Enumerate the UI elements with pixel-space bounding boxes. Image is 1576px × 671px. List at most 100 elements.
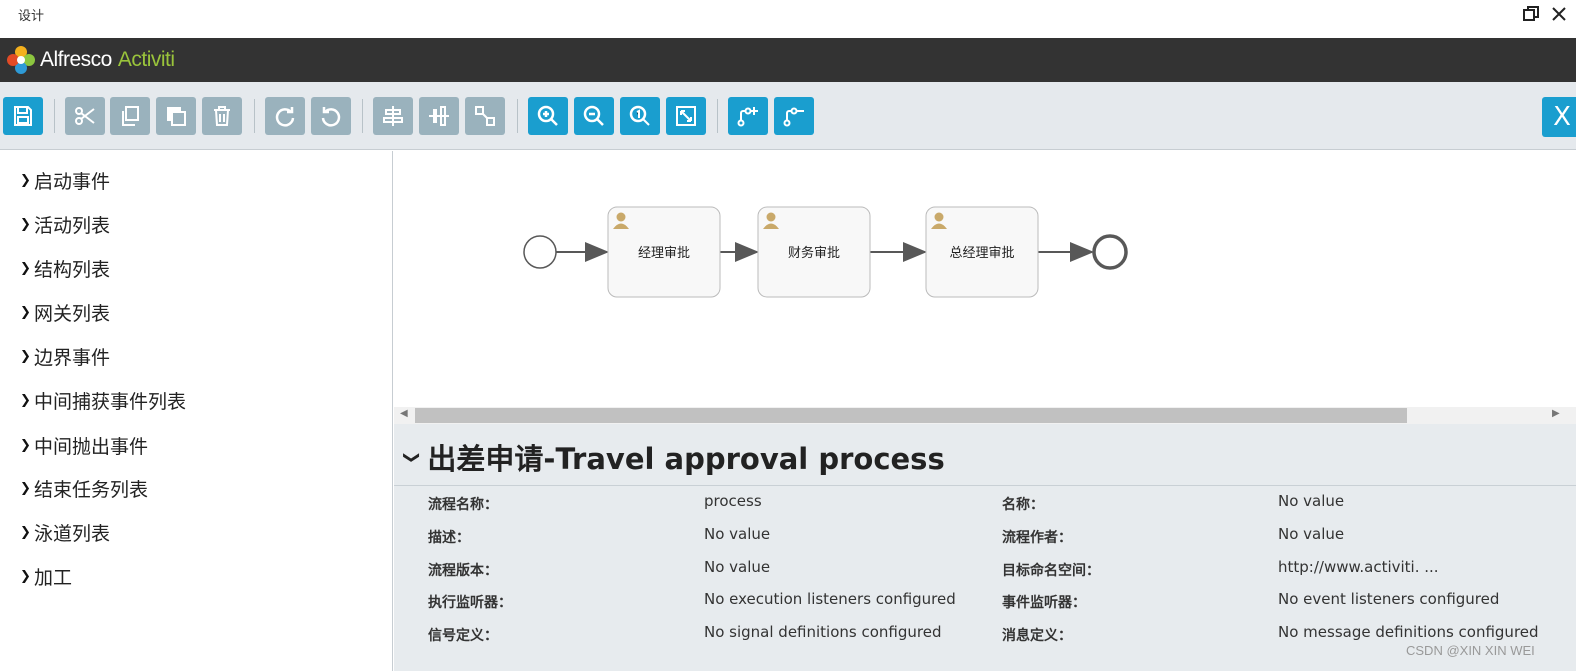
zoom-actual-icon: [629, 105, 650, 126]
scroll-left-icon[interactable]: ◀: [400, 408, 408, 419]
palette-item-label: 结束任务列表: [34, 478, 149, 501]
chevron-right-icon: ❯: [20, 172, 31, 188]
close-editor-label: X: [1553, 102, 1571, 132]
redo-icon: [275, 107, 295, 127]
watermark: CSDN @XIN XIN WEI: [1406, 643, 1535, 658]
trash-icon: [214, 106, 230, 126]
palette-item-activities[interactable]: ❯ 活动列表: [20, 212, 111, 237]
properties-divider: [394, 485, 1576, 486]
copy-icon: [122, 106, 139, 126]
zoom-fit-button[interactable]: [666, 97, 706, 135]
property-value[interactable]: No execution listeners configured: [704, 590, 956, 608]
property-value[interactable]: No value: [704, 558, 770, 576]
chevron-down-icon[interactable]: ❯: [403, 450, 422, 463]
scroll-right-icon[interactable]: ▶: [1552, 408, 1560, 419]
same-size-button[interactable]: [465, 97, 505, 135]
property-label: 描述：: [428, 530, 470, 546]
task-label: 经理审批: [638, 246, 690, 261]
remove-bendpoint-button[interactable]: [774, 97, 814, 135]
chevron-right-icon: ❯: [20, 392, 31, 408]
end-event[interactable]: [1092, 234, 1128, 270]
toolbar-separator: [254, 99, 255, 133]
chevron-right-icon: ❯: [20, 568, 31, 584]
chevron-right-icon: ❯: [20, 480, 31, 496]
save-button[interactable]: [3, 97, 43, 135]
palette-item-swimlanes[interactable]: ❯ 泳道列表: [20, 520, 110, 545]
palette-item-catch-events[interactable]: ❯ 中间捕获事件列表: [20, 388, 187, 413]
user-task[interactable]: 总经理审批: [925, 206, 1039, 298]
toolbar-separator: [54, 99, 55, 133]
toolbar-separator: [362, 99, 363, 133]
property-value[interactable]: No signal definitions configured: [704, 623, 942, 641]
chevron-right-icon: ❯: [20, 348, 31, 364]
user-task[interactable]: 经理审批: [607, 206, 721, 298]
delete-button[interactable]: [202, 97, 242, 135]
cut-button[interactable]: [65, 97, 105, 135]
property-label: 执行监听器：: [428, 595, 512, 611]
zoom-in-button[interactable]: [528, 97, 568, 135]
close-editor-button[interactable]: X: [1542, 97, 1576, 137]
align-horizontal-icon: [383, 106, 403, 126]
palette-item-gateways[interactable]: ❯ 网关列表: [20, 300, 110, 325]
palette-item-throw-events[interactable]: ❯ 中间抛出事件: [20, 433, 149, 458]
property-value[interactable]: http://www.activiti. ...: [1278, 558, 1439, 576]
brand: Alfresco Activiti: [6, 45, 175, 75]
close-icon[interactable]: [1550, 5, 1568, 28]
chevron-right-icon: ❯: [20, 260, 31, 276]
chevron-right-icon: ❯: [20, 437, 31, 453]
restore-icon[interactable]: [1522, 5, 1540, 28]
property-value[interactable]: No value: [1278, 525, 1344, 543]
scrollbar-thumb[interactable]: [415, 408, 1407, 423]
diagram-canvas[interactable]: 经理审批 财务审批 总经理审批: [394, 151, 1576, 407]
properties-panel: ❯ 出差申请-Travel approval process 流程名称： pro…: [394, 424, 1576, 671]
property-value[interactable]: No event listeners configured: [1278, 590, 1499, 608]
chevron-right-icon: ❯: [20, 304, 31, 320]
user-task[interactable]: 财务审批: [757, 206, 871, 298]
property-value[interactable]: No value: [704, 525, 770, 543]
redo-button[interactable]: [265, 97, 305, 135]
task-label: 财务审批: [788, 245, 840, 261]
paste-button[interactable]: [156, 97, 196, 135]
save-icon: [14, 106, 32, 126]
palette-item-label: 中间抛出事件: [34, 435, 149, 458]
align-vertical-button[interactable]: [419, 97, 459, 135]
property-label: 名称：: [1002, 497, 1044, 513]
toolbar-separator: [517, 99, 518, 133]
align-horizontal-button[interactable]: [373, 97, 413, 135]
same-size-icon: [475, 106, 495, 126]
palette-item-label: 加工: [34, 566, 73, 589]
copy-button[interactable]: [110, 97, 150, 135]
bpmn-diagram: 经理审批 财务审批 总经理审批: [523, 206, 1128, 298]
zoom-out-icon: [583, 105, 604, 126]
zoom-actual-button[interactable]: [620, 97, 660, 135]
palette-item-label: 中间捕获事件列表: [34, 390, 187, 413]
process-title: 出差申请-Travel approval process: [427, 442, 945, 476]
property-value[interactable]: No message definitions configured: [1278, 623, 1539, 641]
palette-item-artifacts[interactable]: ❯ 加工: [20, 564, 73, 589]
window-titlebar: 设计: [0, 0, 1576, 38]
paste-icon: [167, 107, 186, 126]
palette-item-structural[interactable]: ❯ 结构列表: [20, 256, 110, 281]
remove-bendpoint-icon: [783, 107, 804, 127]
palette-item-end-events[interactable]: ❯ 结束任务列表: [20, 476, 149, 501]
undo-icon: [321, 107, 341, 127]
palette-item-label: 启动事件: [34, 170, 111, 193]
property-value[interactable]: No value: [1278, 492, 1344, 510]
toolbar: [0, 82, 1576, 150]
properties-title[interactable]: ❯ 出差申请-Travel approval process: [403, 436, 945, 478]
undo-button[interactable]: [311, 97, 351, 135]
add-bendpoint-button[interactable]: [728, 97, 768, 135]
brand-name-activiti: Activiti: [117, 48, 175, 71]
property-value[interactable]: process: [704, 492, 762, 510]
palette-item-start-events[interactable]: ❯ 启动事件: [20, 168, 111, 193]
start-event[interactable]: [523, 235, 557, 269]
align-vertical-icon: [429, 106, 449, 126]
property-label: 流程作者：: [1002, 530, 1072, 546]
zoom-fit-icon: [676, 106, 696, 126]
palette-item-label: 活动列表: [34, 214, 111, 237]
property-label: 信号定义：: [428, 628, 498, 644]
canvas-horizontal-scrollbar[interactable]: ◀ ▶: [394, 407, 1576, 424]
palette-item-boundary-events[interactable]: ❯ 边界事件: [20, 344, 110, 369]
scissors-icon: [75, 107, 95, 125]
zoom-out-button[interactable]: [574, 97, 614, 135]
